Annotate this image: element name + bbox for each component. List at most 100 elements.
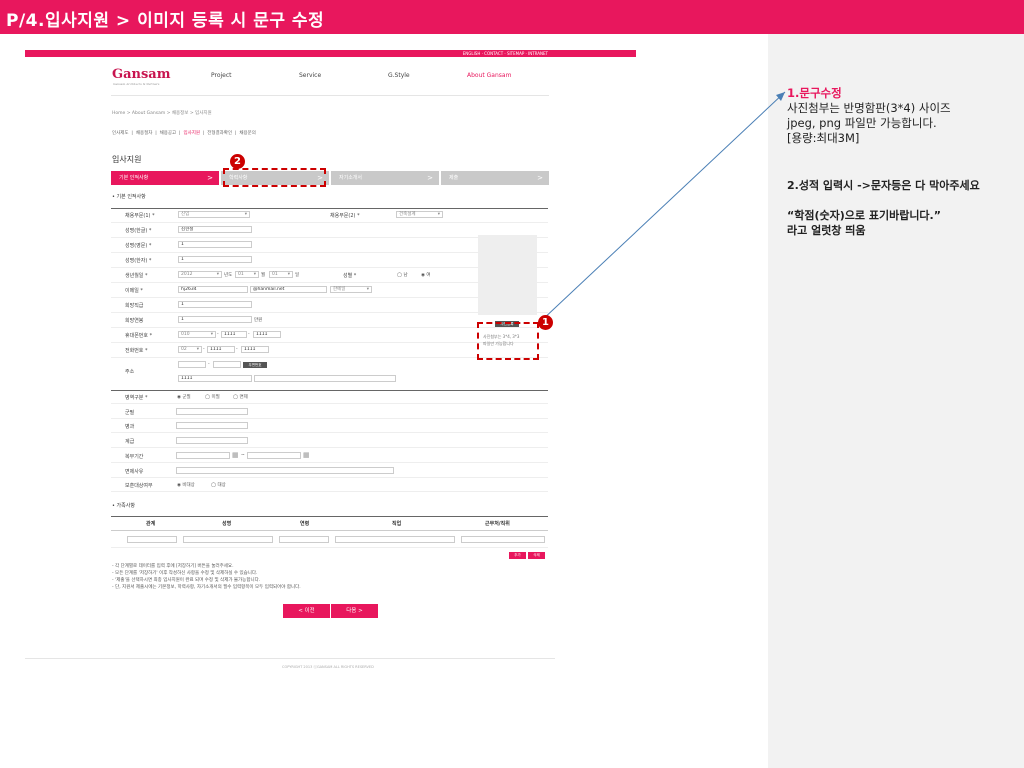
note-1-title: 1.문구수정 [787,86,842,100]
military-opt3-radio[interactable]: ◯ 면제 [233,394,248,400]
phone-last-input[interactable]: 1111 [241,346,269,353]
note-2-line-1: 2.성적 입력시 ->문자등은 다 막아주세요 [787,179,980,192]
position-input[interactable]: 1 [178,301,252,308]
zip2-input[interactable] [213,361,241,368]
veteran-yes-radio[interactable]: ◯ 대상 [211,482,226,488]
calendar-icon[interactable]: ▦ [303,451,310,459]
step-basic[interactable]: 기본 인적사항 > [111,171,219,185]
mobile-last-input[interactable]: 1111 [253,331,281,338]
next-button[interactable]: 다음 > [331,604,378,618]
branch-input[interactable] [176,408,248,415]
utility-links[interactable]: ENGLISH · CONTACT · SITEMAP · INTRANET [463,50,548,57]
email-id-input[interactable]: hj2634 [178,286,248,293]
label-name-kr: 성명(한글) * [125,228,152,234]
zip1-input[interactable] [178,361,206,368]
section-basic-title: • 기본 인적사항 [112,194,146,200]
address-input[interactable]: 1111 [178,375,252,382]
birth-year-select[interactable]: 2012 ▾ [178,271,222,278]
exempt-reason-input[interactable] [176,467,394,474]
address-detail-input[interactable] [254,375,396,382]
label-mobile: 휴대폰번호 * [125,333,153,339]
salary-unit: 만원 [254,318,263,323]
note-2-line-3: 라고 얼럿창 띄움 [787,224,866,237]
annotation-badge-2: 2 [230,154,245,169]
prev-button[interactable]: < 이전 [283,604,330,618]
subnav-item[interactable]: 채용절차 [136,131,153,136]
rank-input[interactable] [176,422,248,429]
period-end-input[interactable] [247,452,301,459]
row-divider [111,222,548,223]
row-divider [111,418,548,419]
phone-prefix-select[interactable]: 02 ▾ [178,346,202,353]
email-domain-select[interactable]: 한메일 ▾ [330,286,372,293]
gnb-about[interactable]: About Gansam [467,72,511,79]
header-divider [111,95,549,96]
family-relation-input[interactable] [127,536,177,543]
gender-female-radio[interactable]: ◉ 여 [421,272,431,278]
family-job-input[interactable] [335,536,455,543]
subnav-item[interactable]: 채용공고 [160,131,177,136]
gender-male-radio[interactable]: ◯ 남 [397,272,408,278]
family-delete-button[interactable]: 삭제 [528,552,545,559]
family-work-input[interactable] [461,536,545,543]
email-domain-input[interactable]: @hanmail.net [250,286,327,293]
job2-select[interactable]: 건축설계 ▾ [396,211,443,218]
footer-divider [25,658,555,659]
label-veteran: 보훈대상여부 [125,483,153,489]
mobile-mid-input[interactable]: 1111 [221,331,247,338]
mobile-dash: - [248,332,250,337]
family-age-input[interactable] [279,536,329,543]
family-col-relation: 관계 [146,521,156,527]
subnav-item[interactable]: 인사제도 [112,131,129,136]
phone-mid-input[interactable]: 1111 [207,346,235,353]
name-cn-input[interactable]: 1 [178,256,252,263]
mobile-dash: - [217,332,219,337]
phone-dash: - [203,347,205,352]
name-en-input[interactable]: 1 [178,241,252,248]
gnb-service[interactable]: Service [299,72,321,79]
logo[interactable]: Gansam Gansam Architects & Partners [112,67,170,86]
subnav-item[interactable]: 채용문의 [239,131,256,136]
gnb-gstyle[interactable]: G.Style [388,72,410,79]
mobile-prefix-select[interactable]: 010 ▾ [178,331,216,338]
slide-title: P/4.입사지원 > 이미지 등록 시 문구 수정 [6,11,325,31]
label-exempt: 면제사유 [125,469,144,475]
note-1-line-2: jpeg, png 파일만 가능합니다. [787,116,937,130]
help-line: - 단, 지원서 제출시에는 기본정보, 학력사항, 자기소개서의 필수 입력항… [112,585,301,590]
label-class: 계급 [125,439,135,445]
zipcode-button[interactable]: 우편번호 [243,362,267,368]
photo-placeholder[interactable] [478,235,537,315]
zip-dash: - [208,362,210,367]
section-family-title: • 가족사항 [112,503,135,509]
calendar-icon[interactable]: ▦ [232,451,239,459]
veteran-no-radio[interactable]: ◉ 비대상 [177,482,195,488]
job1-select[interactable]: 신입 ▾ [178,211,250,218]
period-start-input[interactable] [176,452,230,459]
birth-year-unit: 년도 [224,273,233,278]
birth-day-select[interactable]: 01 ▾ [269,271,293,278]
note-1-line-1: 사진첨부는 반명함판(3*4) 사이즈 [787,101,951,115]
label-birth: 생년월일 * [125,273,148,279]
row-divider [111,462,548,463]
gnb-project[interactable]: Project [211,72,232,79]
birth-month-select[interactable]: 01 ▾ [235,271,259,278]
subnav-item[interactable]: 전형결과확인 [207,131,232,136]
subnav-item-active[interactable]: 입사지원 [183,131,200,136]
step-tabs: 기본 인적사항 > 학력사항 > 자기소개서 > 제출 > [111,171,549,185]
family-col-age: 연령 [300,521,310,527]
class-input[interactable] [176,437,248,444]
label-job2: 채용부문(2) * [330,213,360,219]
salary-input[interactable]: 1 [178,316,252,323]
step-essay[interactable]: 자기소개서 > [331,171,439,185]
phone-dash: - [236,347,238,352]
military-opt2-radio[interactable]: ◯ 미필 [205,394,220,400]
name-kr-input[interactable]: 김현철 [178,226,252,233]
help-text: - 각 단계별로 데이터를 입력 후에 [저장하기] 버튼을 눌러주세요. - … [112,563,301,591]
step-submit[interactable]: 제출 > [441,171,549,185]
family-table-top [111,516,548,517]
military-opt1-radio[interactable]: ◉ 군필 [177,394,191,400]
family-name-input[interactable] [183,536,273,543]
label-salary: 희망연봉 [125,318,144,324]
annotation-badge-1: 1 [538,315,553,330]
family-add-button[interactable]: 추가 [509,552,526,559]
